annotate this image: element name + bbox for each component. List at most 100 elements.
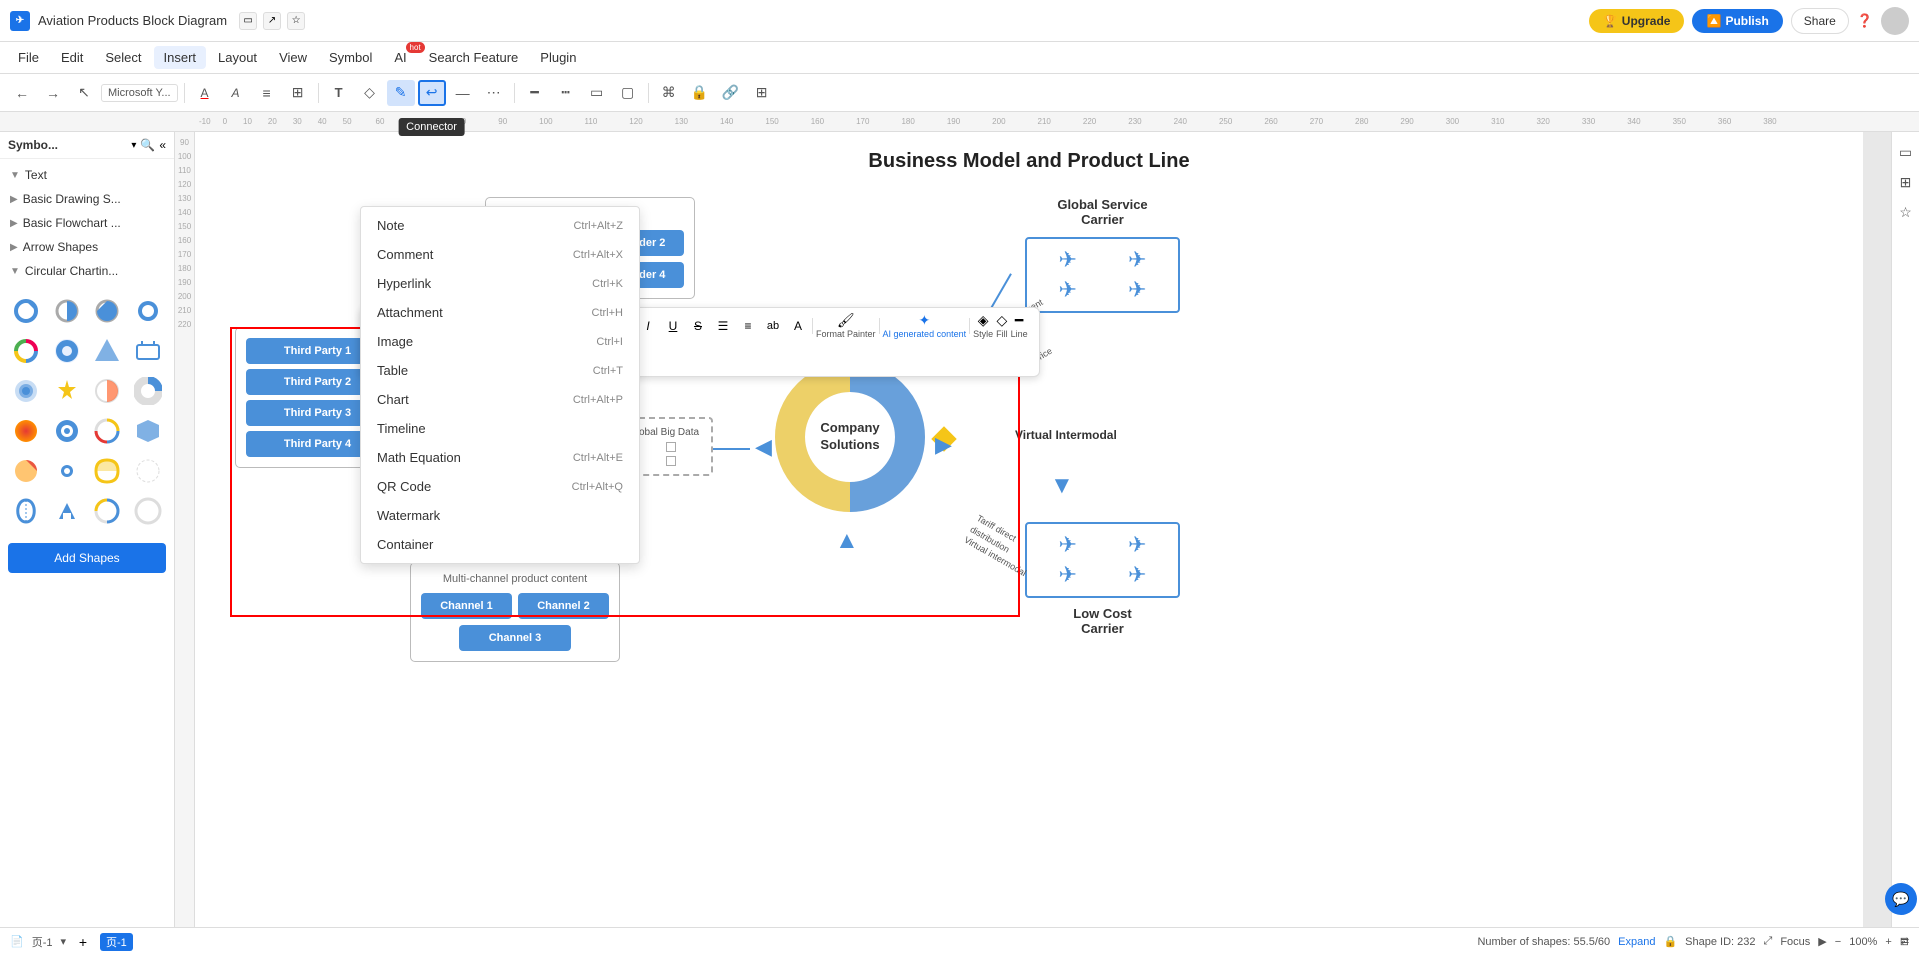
- right-panel-btn-1[interactable]: ▭: [1894, 140, 1918, 164]
- toolbar-smart[interactable]: ⌘: [655, 80, 683, 106]
- toolbar-grid[interactable]: ⊞: [748, 80, 776, 106]
- menu-table[interactable]: Table Ctrl+T: [361, 356, 639, 385]
- italic-btn[interactable]: I: [637, 315, 659, 337]
- toolbar-italic[interactable]: A: [222, 80, 250, 106]
- play-icon[interactable]: ▶: [1818, 935, 1826, 948]
- toolbar-align-more[interactable]: ⊞: [284, 80, 312, 106]
- a-btn[interactable]: A: [787, 315, 809, 337]
- channel-3-btn[interactable]: Channel 3: [459, 625, 572, 651]
- menu-timeline[interactable]: Timeline: [361, 414, 639, 443]
- toolbar-connector[interactable]: ↩ Connector: [418, 80, 446, 106]
- right-panel-btn-chat[interactable]: 💬: [1885, 883, 1917, 915]
- toolbar-rect1[interactable]: ▭: [583, 80, 611, 106]
- toolbar-redo[interactable]: →: [39, 80, 67, 106]
- toolbar-line-style[interactable]: ━: [521, 80, 549, 106]
- menu-image[interactable]: Image Ctrl+I: [361, 327, 639, 356]
- menu-note[interactable]: Note Ctrl+Alt+Z: [361, 211, 639, 240]
- bullet-btn[interactable]: ☰: [712, 315, 734, 337]
- shape-2[interactable]: [49, 293, 85, 329]
- shape-4[interactable]: [130, 293, 166, 329]
- menu-comment[interactable]: Comment Ctrl+Alt+X: [361, 240, 639, 269]
- panel-expand-icon[interactable]: ▾: [131, 140, 136, 151]
- help-icon[interactable]: ❓: [1857, 13, 1873, 29]
- underline-btn[interactable]: U: [662, 315, 684, 337]
- menu-layout[interactable]: Layout: [208, 46, 267, 69]
- window-icon-2[interactable]: ↗: [263, 12, 281, 30]
- right-panel-btn-3[interactable]: ☆: [1894, 200, 1918, 224]
- menu-file[interactable]: File: [8, 46, 49, 69]
- format-painter-group[interactable]: 🖌 Format Painter: [816, 312, 876, 339]
- shape-6[interactable]: [49, 333, 85, 369]
- window-icon-1[interactable]: ▭: [239, 12, 257, 30]
- upgrade-button[interactable]: 🏆 Upgrade: [1589, 9, 1685, 33]
- strike-btn[interactable]: S: [687, 315, 709, 337]
- shape-12[interactable]: [130, 373, 166, 409]
- right-panel-btn-2[interactable]: ⊞: [1894, 170, 1918, 194]
- list-btn[interactable]: ≡: [737, 315, 759, 337]
- shape-18[interactable]: [49, 453, 85, 489]
- zoom-out-btn[interactable]: −: [1835, 936, 1841, 948]
- publish-button[interactable]: 🔼 Publish: [1692, 9, 1782, 33]
- add-page-btn[interactable]: +: [74, 933, 92, 951]
- focus-label[interactable]: Focus: [1780, 936, 1810, 948]
- toolbar-font-color[interactable]: A: [191, 80, 219, 106]
- shape-23[interactable]: [89, 493, 125, 529]
- shape-22[interactable]: [49, 493, 85, 529]
- style-group[interactable]: ◈ Style: [973, 312, 993, 339]
- category-basic-drawing[interactable]: ▶ Basic Drawing S...: [0, 187, 174, 211]
- menu-select[interactable]: Select: [95, 46, 151, 69]
- toolbar-arrow[interactable]: ↖: [70, 80, 98, 106]
- shape-17[interactable]: [8, 453, 44, 489]
- shape-20[interactable]: [130, 453, 166, 489]
- shape-11[interactable]: [89, 373, 125, 409]
- channel-2-btn[interactable]: Channel 2: [518, 593, 609, 619]
- toolbar-lock[interactable]: 🔒: [686, 80, 714, 106]
- menu-hyperlink[interactable]: Hyperlink Ctrl+K: [361, 269, 639, 298]
- toolbar-shape-fill[interactable]: ◇: [356, 80, 384, 106]
- toolbar-more1[interactable]: ⋯: [480, 80, 508, 106]
- shape-24[interactable]: [130, 493, 166, 529]
- ab-btn[interactable]: ab: [762, 315, 784, 337]
- toolbar-link[interactable]: 🔗: [717, 80, 745, 106]
- zoom-in-btn[interactable]: +: [1885, 936, 1891, 948]
- menu-search[interactable]: Search Feature: [419, 46, 529, 69]
- shape-19[interactable]: [89, 453, 125, 489]
- menu-math[interactable]: Math Equation Ctrl+Alt+E: [361, 443, 639, 472]
- menu-plugin[interactable]: Plugin: [530, 46, 586, 69]
- toolbar-undo[interactable]: ←: [8, 80, 36, 106]
- category-text[interactable]: ▼ Text: [0, 163, 174, 187]
- ai-content-group[interactable]: ✦ AI generated content: [883, 312, 967, 339]
- channel-1-btn[interactable]: Channel 1: [421, 593, 512, 619]
- avatar[interactable]: [1881, 7, 1909, 35]
- category-circular[interactable]: ▼ Circular Chartin...: [0, 259, 174, 283]
- menu-insert[interactable]: Insert: [154, 46, 207, 69]
- menu-watermark[interactable]: Watermark: [361, 501, 639, 530]
- shape-13[interactable]: [8, 413, 44, 449]
- line-group[interactable]: ━ Line: [1011, 312, 1028, 339]
- panel-collapse-icon[interactable]: «: [159, 138, 166, 152]
- share-button[interactable]: Share: [1791, 8, 1849, 34]
- shape-21[interactable]: [8, 493, 44, 529]
- menu-qr[interactable]: QR Code Ctrl+Alt+Q: [361, 472, 639, 501]
- toolbar-dash[interactable]: ┅: [552, 80, 580, 106]
- shape-14[interactable]: [49, 413, 85, 449]
- toolbar-align-left[interactable]: ≡: [253, 80, 281, 106]
- expand-label[interactable]: Expand: [1618, 936, 1655, 948]
- menu-attachment[interactable]: Attachment Ctrl+H: [361, 298, 639, 327]
- shape-10[interactable]: [49, 373, 85, 409]
- menu-symbol[interactable]: Symbol: [319, 46, 382, 69]
- menu-chart[interactable]: Chart Ctrl+Alt+P: [361, 385, 639, 414]
- menu-view[interactable]: View: [269, 46, 317, 69]
- toolbar-text[interactable]: T: [325, 80, 353, 106]
- window-icon-3[interactable]: ☆: [287, 12, 305, 30]
- canvas-area[interactable]: 90 100 110 120 130 140 150 160 170 180 1…: [175, 132, 1891, 927]
- shape-7[interactable]: [89, 333, 125, 369]
- toolbar-rect2[interactable]: ▢: [614, 80, 642, 106]
- toolbar-pen[interactable]: ✎: [387, 80, 415, 106]
- category-arrow[interactable]: ▶ Arrow Shapes: [0, 235, 174, 259]
- menu-edit[interactable]: Edit: [51, 46, 93, 69]
- shape-3[interactable]: [89, 293, 125, 329]
- shape-15[interactable]: [89, 413, 125, 449]
- menu-container[interactable]: Container: [361, 530, 639, 559]
- right-panel-btn-expand[interactable]: ⇄: [1893, 929, 1917, 953]
